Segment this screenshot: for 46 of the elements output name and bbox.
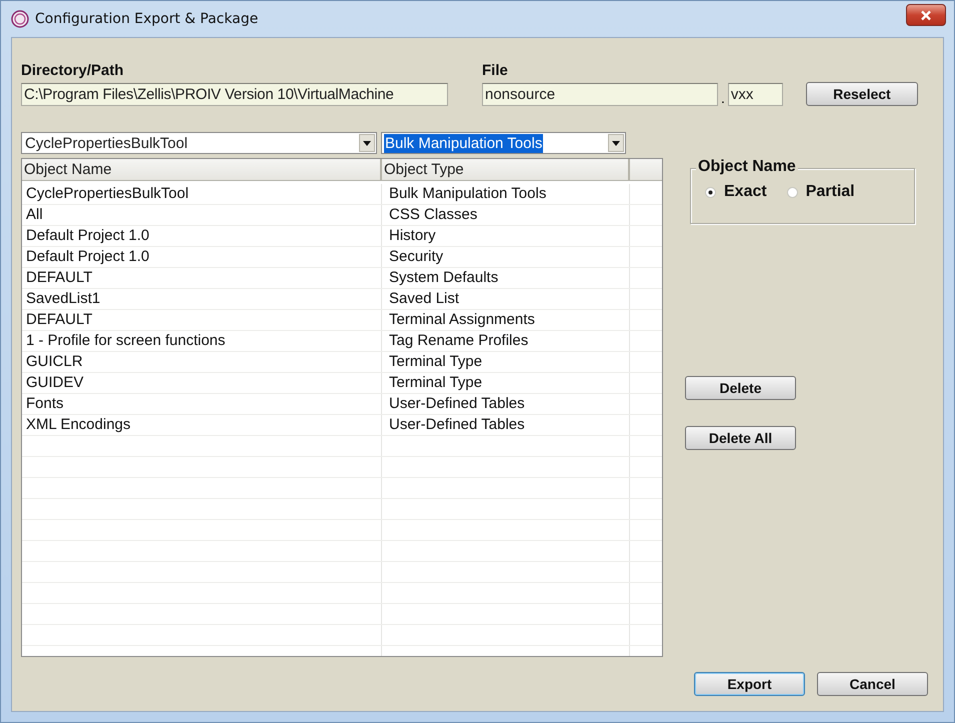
table-cell: All	[22, 205, 382, 225]
column-header[interactable]: Object Name	[22, 159, 382, 180]
close-button[interactable]	[906, 4, 946, 26]
delete-all-button[interactable]: Delete All	[685, 426, 796, 450]
table-cell: Bulk Manipulation Tools	[382, 184, 630, 204]
table-cell: DEFAULT	[22, 310, 382, 330]
column-header[interactable]: Object Type	[382, 159, 630, 180]
table-cell: User-Defined Tables	[382, 394, 630, 414]
directory-field[interactable]: C:\Program Files\Zellis\PROIV Version 10\VirtualMachine	[21, 83, 448, 106]
file-label: File	[482, 62, 509, 79]
close-icon	[920, 10, 932, 20]
app-icon	[11, 10, 29, 28]
filter-dropdown[interactable]: CyclePropertiesBulkTool	[21, 132, 377, 154]
directory-label: Directory/Path	[21, 62, 125, 79]
table-cell: SavedList1	[22, 289, 382, 309]
table-cell: GUICLR	[22, 352, 382, 372]
group-title: Object Name	[696, 158, 798, 176]
table-cell: User-Defined Tables	[382, 415, 630, 435]
window-title: Configuration Export & Package	[35, 11, 258, 27]
delete-button[interactable]: Delete	[685, 376, 796, 400]
table-cell: Saved List	[382, 289, 630, 309]
table-cell: History	[382, 226, 630, 246]
table-cell: Terminal Assignments	[382, 310, 630, 330]
table-cell: Security	[382, 247, 630, 267]
table-cell: GUIDEV	[22, 373, 382, 393]
table-cell: DEFAULT	[22, 268, 382, 288]
table-cell: Default Project 1.0	[22, 247, 382, 267]
table-cell: Terminal Type	[382, 373, 630, 393]
table-cell: Tag Rename Profiles	[382, 331, 630, 351]
table-cell: XML Encodings	[22, 415, 382, 435]
reselect-button[interactable]: Reselect	[806, 82, 918, 106]
filter-dropdown[interactable]: Bulk Manipulation Tools	[381, 132, 626, 154]
table-cell: Fonts	[22, 394, 382, 414]
export-button[interactable]: Export	[694, 672, 805, 696]
table-cell: 1 - Profile for screen functions	[22, 331, 382, 351]
file-name-field[interactable]: nonsource	[482, 83, 718, 106]
table-cell: CSS Classes	[382, 205, 630, 225]
table-cell: Default Project 1.0	[22, 226, 382, 246]
radio-option[interactable]: Partial	[786, 183, 855, 201]
radio-option[interactable]: Exact	[705, 183, 767, 201]
table-cell: Terminal Type	[382, 352, 630, 372]
cancel-button[interactable]: Cancel	[817, 672, 928, 696]
table-cell: CyclePropertiesBulkTool	[22, 184, 382, 204]
table-cell: System Defaults	[382, 268, 630, 288]
extension-separator: .	[721, 90, 725, 106]
file-extension-field[interactable]: vxx	[728, 83, 783, 106]
